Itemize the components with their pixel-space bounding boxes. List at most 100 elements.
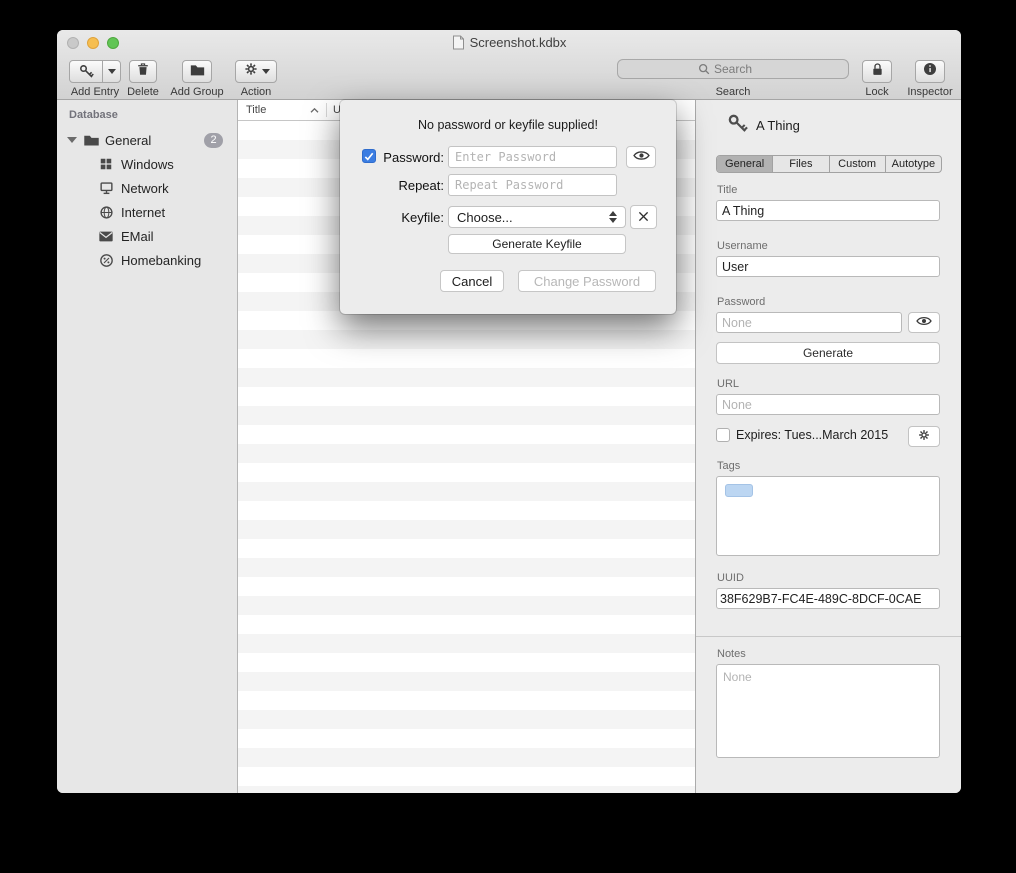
group-badge: 2 — [204, 133, 223, 148]
dialog-message: No password or keyfile supplied! — [340, 118, 676, 132]
expires-row: Expires: Tues...March 2015 — [716, 428, 888, 442]
add-entry-label: Add Entry — [69, 86, 121, 98]
sidebar-item-windows[interactable]: Windows — [57, 152, 237, 176]
search-input[interactable] — [618, 60, 848, 78]
delete-label: Delete — [117, 86, 169, 98]
dialog-repeat-label: Repeat: — [340, 178, 444, 193]
dialog-repeat-input[interactable] — [448, 174, 617, 196]
sidebar-item-email[interactable]: EMail — [57, 224, 237, 248]
entry-key-icon — [726, 112, 749, 140]
lock-button[interactable] — [862, 60, 892, 83]
eye-icon — [916, 315, 932, 330]
generate-keyfile-button[interactable]: Generate Keyfile — [448, 234, 626, 254]
uuid-field[interactable] — [716, 588, 940, 609]
clear-keyfile-button[interactable] — [630, 205, 657, 229]
column-divider[interactable] — [326, 103, 327, 117]
generate-button[interactable]: Generate — [716, 342, 940, 364]
tab-autotype[interactable]: Autotype — [886, 156, 941, 172]
delete-button[interactable] — [129, 60, 157, 83]
sidebar-item-label: EMail — [121, 229, 154, 244]
tag-chip[interactable] — [725, 484, 753, 497]
key-icon — [70, 61, 102, 82]
expires-settings-button[interactable] — [908, 426, 940, 447]
info-icon — [922, 61, 938, 82]
inspector-button[interactable] — [915, 60, 945, 83]
gear-icon — [917, 428, 931, 445]
expires-label: Expires: Tues...March 2015 — [736, 428, 888, 442]
windows-icon — [97, 157, 115, 171]
sidebar-item-label: Windows — [121, 157, 174, 172]
lock-icon — [870, 61, 885, 82]
password-field[interactable] — [716, 312, 902, 333]
popup-chevrons-icon — [609, 211, 617, 223]
sidebar-item-label: Network — [121, 181, 169, 196]
window-title-text: Screenshot.kdbx — [470, 35, 567, 50]
add-group-button[interactable] — [182, 60, 212, 83]
title-label: Title — [717, 184, 737, 196]
search-label: Search — [617, 86, 849, 98]
notes-box[interactable]: None — [716, 664, 940, 758]
entry-title: A Thing — [756, 118, 800, 133]
keyfile-popup-value: Choose... — [457, 210, 513, 225]
username-field[interactable] — [716, 256, 940, 277]
tags-label: Tags — [717, 460, 740, 472]
eye-icon — [633, 149, 650, 165]
percent-coin-icon — [97, 253, 115, 268]
tab-files[interactable]: Files — [773, 156, 829, 172]
sidebar-item-homebanking[interactable]: Homebanking — [57, 248, 237, 272]
keyfile-popup[interactable]: Choose... — [448, 206, 626, 228]
password-label: Password — [717, 296, 765, 308]
gear-icon — [243, 61, 259, 82]
url-field[interactable] — [716, 394, 940, 415]
expires-checkbox[interactable] — [716, 428, 730, 442]
window-title: Screenshot.kdbx — [57, 35, 961, 53]
url-label: URL — [717, 378, 739, 390]
dialog-reveal-password-button[interactable] — [626, 146, 656, 168]
tab-custom[interactable]: Custom — [830, 156, 886, 172]
chevron-down-icon — [262, 69, 270, 74]
sidebar-item-label: Internet — [121, 205, 165, 220]
folder-icon — [82, 133, 100, 147]
sidebar-group-general[interactable]: General 2 — [57, 128, 237, 152]
close-x-icon — [638, 210, 649, 225]
sidebar-item-label: Homebanking — [121, 253, 201, 268]
inspector-tabs: General Files Custom Autotype — [716, 155, 942, 173]
action-label: Action — [229, 86, 283, 98]
sidebar: Database General 2 Windows Network — [57, 100, 238, 793]
monitor-icon — [97, 181, 115, 195]
globe-icon — [97, 205, 115, 220]
envelope-icon — [97, 230, 115, 243]
change-password-button[interactable]: Change Password — [518, 270, 656, 292]
trash-icon — [135, 61, 151, 83]
sort-ascending-icon[interactable] — [310, 105, 319, 117]
title-field[interactable] — [716, 200, 940, 221]
sidebar-item-internet[interactable]: Internet — [57, 200, 237, 224]
app-window: Screenshot.kdbx Add Entry Delete — [57, 30, 961, 793]
add-group-label: Add Group — [167, 86, 227, 98]
cancel-button[interactable]: Cancel — [440, 270, 504, 292]
change-password-dialog: No password or keyfile supplied! Passwor… — [340, 100, 676, 314]
generate-keyfile-label: Generate Keyfile — [492, 237, 581, 251]
notes-label: Notes — [717, 648, 746, 660]
sidebar-item-network[interactable]: Network — [57, 176, 237, 200]
notes-placeholder: None — [723, 670, 752, 684]
username-label: Username — [717, 240, 768, 252]
cancel-button-label: Cancel — [452, 274, 492, 289]
reveal-password-button[interactable] — [908, 312, 940, 333]
lock-label: Lock — [853, 86, 901, 98]
uuid-label: UUID — [717, 572, 744, 584]
tab-general[interactable]: General — [717, 156, 773, 172]
action-button[interactable] — [235, 60, 277, 83]
search-field — [617, 59, 849, 79]
dialog-keyfile-label: Keyfile: — [340, 210, 444, 225]
window-chrome: Screenshot.kdbx Add Entry Delete — [57, 30, 961, 100]
column-title[interactable]: Title — [246, 104, 266, 116]
tags-box[interactable] — [716, 476, 940, 556]
group-label: General — [105, 133, 151, 148]
inspector-panel: A Thing General Files Custom Autotype Ti… — [695, 100, 961, 793]
generate-button-label: Generate — [803, 346, 853, 360]
add-entry-button[interactable] — [69, 60, 121, 83]
disclosure-triangle-icon[interactable] — [67, 137, 77, 143]
dialog-password-input[interactable] — [448, 146, 617, 168]
section-divider — [696, 636, 961, 637]
